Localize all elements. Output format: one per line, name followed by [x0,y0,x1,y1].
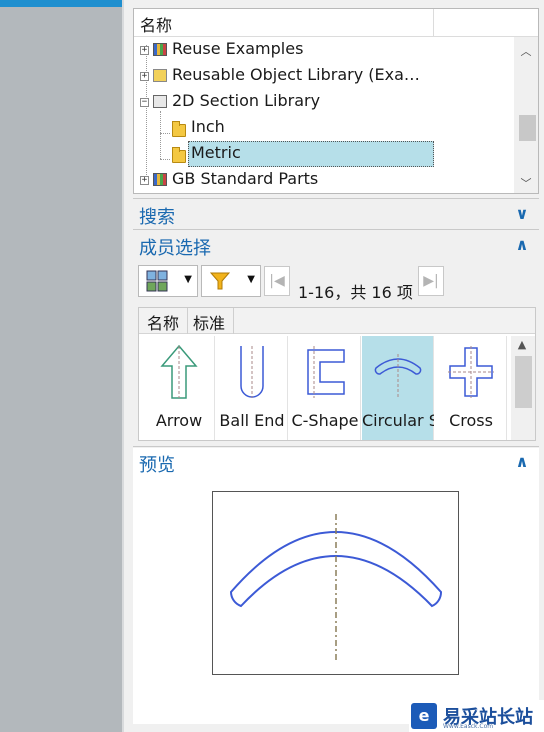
watermark-subtext: Www.Easck.Com [443,723,494,730]
tree-item-inch[interactable]: Inch [134,115,514,141]
next-page-button[interactable]: ▶| [418,266,444,296]
tree-item-label: Inch [191,117,225,136]
library-tree[interactable]: 名称 + Reuse Examples + Reusable Object Li… [133,8,539,194]
member-name: C-Shape [291,411,359,430]
dropdown-arrow-icon: ▼ [184,274,192,285]
tree-item-label: Metric [191,143,241,162]
thumbnail-view-icon [146,270,168,292]
c-shape-icon [307,346,345,398]
left-panel-top-accent [0,0,122,7]
site-logo-icon: e [411,703,437,729]
member-card-c-shape[interactable]: C-Shape [289,336,361,440]
left-side-panel [0,7,122,732]
member-name: Cross [449,411,493,430]
divider [133,229,539,230]
reuse-icon [153,43,167,56]
member-name: Circular Slot [362,411,434,430]
scroll-thumb[interactable] [515,356,532,408]
member-card-arrow[interactable]: Arrow [143,336,215,440]
member-list[interactable]: 名称 标准 Arrow Ball End C-Shape Circular Sl… [138,307,536,441]
member-tabs: 名称 标准 [139,308,535,334]
page-info: 1-16，共 16 项 [298,283,413,302]
previous-page-button[interactable]: |◀ [264,266,290,296]
tree-scrollbar[interactable]: ︿ ﹀ [514,37,538,193]
arrow-shape-icon [160,344,198,399]
member-selection-title[interactable]: 成员选择 [139,234,211,260]
circular-slot-shape-icon [374,354,422,398]
member-card-cross[interactable]: Cross [435,336,507,440]
collapse-chevron-icon[interactable]: ∧ [512,452,532,471]
scroll-up-icon[interactable]: ▲ [515,338,529,351]
view-mode-dropdown[interactable]: ▼ [138,265,198,297]
cross-shape-icon [448,346,494,398]
tree-item-metric[interactable]: Metric [134,141,514,167]
tab-separator [233,308,234,334]
section-library-icon [153,95,167,108]
circular-slot-preview-graphic [229,514,443,660]
divider [133,446,539,447]
tree-item-label: Reusable Object Library (Exa… [172,65,420,84]
preview-section-title[interactable]: 预览 [139,451,175,477]
folder-icon [172,121,186,137]
tab-separator [187,308,188,334]
tab-standard[interactable]: 标准 [193,310,225,334]
expand-icon[interactable]: + [140,72,149,81]
tab-name[interactable]: 名称 [147,310,179,334]
tree-header: 名称 [134,9,538,37]
expand-icon[interactable]: + [140,176,149,185]
column-separator[interactable] [433,9,434,37]
search-section-title[interactable]: 搜索 [139,203,175,229]
divider [133,198,539,199]
tree-item-label: 2D Section Library [172,91,321,110]
scroll-up-icon[interactable]: ︿ [519,43,533,59]
member-name: Arrow [155,411,203,430]
member-name: Ball End [219,411,285,430]
filter-icon [209,272,231,290]
shape-preview [212,491,459,675]
tree-header-name[interactable]: 名称 [140,12,172,36]
scroll-thumb[interactable] [519,115,536,141]
member-card-circular-slot[interactable]: Circular Slot [362,336,434,440]
tree-item-gb-standard-parts[interactable]: + GB Standard Parts [134,167,514,193]
tree-item-label: GB Standard Parts [172,169,319,188]
member-scrollbar[interactable]: ▲ [511,336,535,440]
tree-item-reuse-examples[interactable]: + Reuse Examples [134,37,514,63]
filter-dropdown[interactable]: ▼ [201,265,261,297]
tree-item-2d-section-library[interactable]: − 2D Section Library [134,89,514,115]
ball-end-shape-icon [240,346,264,398]
watermark-logo: e 易采站长站 Www.Easck.Com [409,700,544,732]
expand-icon[interactable]: + [140,46,149,55]
tree-item-label: Reuse Examples [172,39,304,58]
expand-chevron-icon[interactable]: ∨ [512,204,532,223]
scroll-down-icon[interactable]: ﹀ [519,175,533,191]
tree-item-reusable-object-library[interactable]: + Reusable Object Library (Exa… [134,63,514,89]
reuse-library-icon [153,69,167,82]
folder-icon [172,147,186,163]
library-books-icon [153,173,167,186]
dropdown-arrow-icon: ▼ [247,274,255,285]
collapse-chevron-icon[interactable]: ∧ [512,235,532,254]
member-card-ball-end[interactable]: Ball End [216,336,288,440]
collapse-icon[interactable]: − [140,98,149,107]
